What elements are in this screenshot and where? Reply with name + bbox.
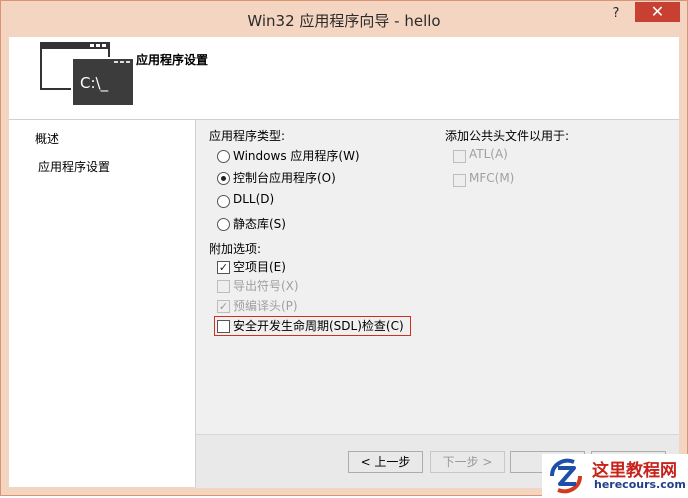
checkbox-mfc-label: MFC(M) <box>469 171 515 185</box>
checkbox-atl <box>453 150 466 163</box>
additional-options-heading: 附加选项: <box>209 242 262 256</box>
checkbox-sdl-checks[interactable] <box>217 320 230 333</box>
console-prompt-text: C:\_ <box>80 74 109 93</box>
radio-windows-app-label[interactable]: Windows 应用程序(W) <box>233 147 360 164</box>
checkbox-export-symbols-label: 导出符号(X) <box>233 279 299 293</box>
nav-pane: 概述 应用程序设置 <box>9 120 196 487</box>
radio-selected-dot <box>221 176 226 181</box>
app-type-heading: 应用程序类型: <box>209 129 286 143</box>
radio-static-lib-label[interactable]: 静态库(S) <box>233 215 286 232</box>
header-banner: C:\_ 应用程序设置 <box>9 37 679 120</box>
radio-console-app-label[interactable]: 控制台应用程序(O) <box>233 169 336 186</box>
radio-static-lib[interactable] <box>217 218 230 231</box>
nav-item-app-settings[interactable]: 应用程序设置 <box>38 158 110 175</box>
checkbox-precompiled-header-label: 预编译头(P) <box>233 299 298 313</box>
radio-dll[interactable] <box>217 195 230 208</box>
window-title: Win32 应用程序向导 - hello <box>247 12 441 30</box>
nav-item-overview[interactable]: 概述 <box>35 130 59 147</box>
checkbox-empty-project[interactable]: ✓ <box>217 261 230 274</box>
next-button: 下一步 > <box>430 451 505 473</box>
wizard-window: Win32 应用程序向导 - hello ? ✕ C:\_ 应用程序设置 概述 … <box>0 0 688 496</box>
dialog-client: C:\_ 应用程序设置 概述 应用程序设置 应用程序类型: Windows 应用… <box>9 37 679 488</box>
watermark-logo-icon <box>546 458 586 498</box>
page-title: 应用程序设置 <box>136 53 209 67</box>
common-headers-heading: 添加公共头文件以用于: <box>445 129 570 143</box>
radio-windows-app[interactable] <box>217 150 230 163</box>
radio-dll-label[interactable]: DLL(D) <box>233 192 274 206</box>
checkbox-precompiled-header: ✓ <box>217 300 230 313</box>
watermark-badge: 这里教程网 herecours.com <box>542 454 688 496</box>
close-button[interactable]: ✕ <box>635 2 680 22</box>
radio-console-app[interactable] <box>217 172 230 185</box>
checkbox-mfc <box>453 174 466 187</box>
prev-button[interactable]: < 上一步 <box>348 451 423 473</box>
checkbox-export-symbols <box>217 280 230 293</box>
console-app-icon: C:\_ <box>40 42 136 112</box>
checkbox-atl-label: ATL(A) <box>469 147 508 161</box>
checkbox-sdl-checks-label[interactable]: 安全开发生命周期(SDL)检查(C) <box>233 317 404 334</box>
watermark-url: herecours.com <box>594 478 686 491</box>
title-bar[interactable]: Win32 应用程序向导 - hello ? ✕ <box>1 1 687 37</box>
checkbox-empty-project-label[interactable]: 空项目(E) <box>233 258 286 275</box>
help-button[interactable]: ? <box>605 5 627 23</box>
